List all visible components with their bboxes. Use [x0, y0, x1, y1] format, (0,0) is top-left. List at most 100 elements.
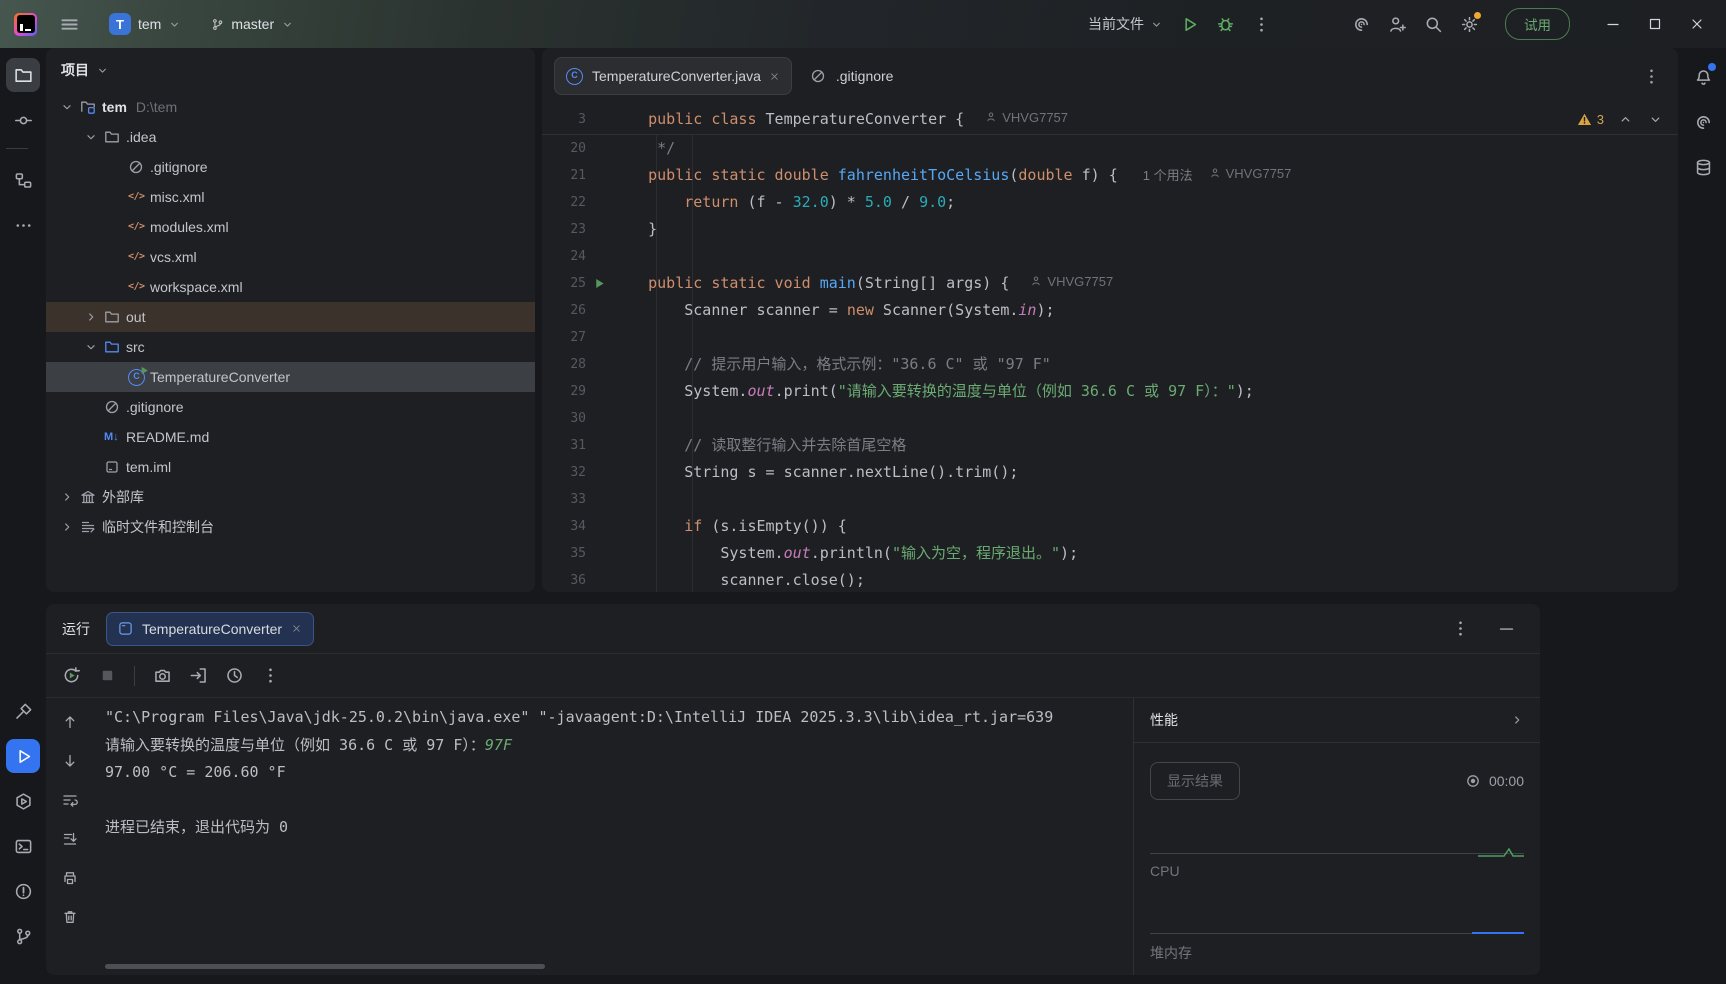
code-line-30[interactable]: 30: [542, 405, 1678, 432]
tree-item-out[interactable]: out: [46, 302, 535, 332]
code-line-27[interactable]: 27: [542, 324, 1678, 351]
chevron-down-icon[interactable]: [60, 99, 80, 115]
code-editor[interactable]: 20 */ 21 public static double fahrenheit…: [542, 135, 1678, 592]
chevron-down-icon[interactable]: [84, 339, 104, 355]
structure-button[interactable]: [6, 163, 40, 197]
more-tool-windows-button[interactable]: [6, 208, 40, 242]
project-panel-header[interactable]: 项目: [46, 48, 535, 92]
more-button[interactable]: [1446, 615, 1474, 643]
trial-button[interactable]: 试用: [1505, 8, 1570, 40]
code-line-22[interactable]: 22 return (f - 32.0) * 5.0 / 9.0;: [542, 189, 1678, 216]
run-button[interactable]: [1171, 6, 1207, 42]
code-with-me-button[interactable]: [1379, 6, 1415, 42]
tree-item-workspace.xml[interactable]: </> workspace.xml: [46, 272, 535, 302]
editor-tab-.gitignore[interactable]: .gitignore: [798, 57, 906, 95]
version-control-button[interactable]: [6, 919, 40, 953]
ai-assistant-button[interactable]: [1343, 6, 1379, 42]
chevron-right-icon[interactable]: [84, 309, 104, 325]
print-button[interactable]: [58, 866, 82, 890]
code-line-33[interactable]: 33: [542, 486, 1678, 513]
soft-wrap-button[interactable]: [58, 788, 82, 812]
maximize-button[interactable]: [1634, 3, 1676, 45]
tree-item-modules.xml[interactable]: </> modules.xml: [46, 212, 535, 242]
close-icon[interactable]: [291, 623, 302, 634]
chevron-right-icon[interactable]: [60, 519, 80, 535]
show-results-button[interactable]: 显示结果: [1150, 762, 1240, 800]
tree-item-.gitignore[interactable]: .gitignore: [46, 152, 535, 182]
tree-item-tem[interactable]: temD:\tem: [46, 92, 535, 122]
vcs-branch-widget[interactable]: master: [203, 11, 302, 37]
chevron-down-icon[interactable]: [84, 129, 104, 145]
chevron-right-icon[interactable]: [60, 489, 80, 505]
main-menu-button[interactable]: [51, 6, 87, 42]
screenshot-button[interactable]: [147, 661, 177, 691]
horizontal-scrollbar[interactable]: [105, 964, 545, 969]
project-folder-button[interactable]: [6, 58, 40, 92]
code-line-20[interactable]: 20 */: [542, 135, 1678, 162]
code-line-35[interactable]: 35 System.out.println("输入为空，程序退出。");: [542, 540, 1678, 567]
tree-item-tem.iml[interactable]: tem.iml: [46, 452, 535, 482]
code-line-28[interactable]: 28 // 提示用户输入，格式示例："36.6 C" 或 "97 F": [542, 351, 1678, 378]
code-line-24[interactable]: 24: [542, 243, 1678, 270]
prev-problem-button[interactable]: [1616, 110, 1634, 128]
code-line-31[interactable]: 31 // 读取整行输入并去除首尾空格: [542, 432, 1678, 459]
hide-button[interactable]: [1492, 615, 1520, 643]
notifications-button[interactable]: [1686, 60, 1720, 94]
tree-item--[interactable]: 外部库: [46, 482, 535, 512]
more-run-options-button[interactable]: [1243, 6, 1279, 42]
settings-button[interactable]: [1451, 6, 1487, 42]
tree-item-.idea[interactable]: .idea: [46, 122, 535, 152]
more-button[interactable]: [255, 661, 285, 691]
database-button[interactable]: [1686, 150, 1720, 184]
editor-tab-options-button[interactable]: [1636, 61, 1666, 91]
build-button[interactable]: [6, 694, 40, 728]
code-line-34[interactable]: 34 if (s.isEmpty()) {: [542, 513, 1678, 540]
run-button[interactable]: [6, 739, 40, 773]
performance-header[interactable]: 性能: [1134, 698, 1540, 743]
import-results-button[interactable]: [183, 661, 213, 691]
sticky-line[interactable]: 3 public class TemperatureConverter { VH…: [542, 104, 1678, 135]
tree-item-label: tem: [102, 99, 127, 115]
tree-item-TemperatureConverter[interactable]: C TemperatureConverter: [46, 362, 535, 392]
problems-button[interactable]: [6, 874, 40, 908]
tree-item-misc.xml[interactable]: </> misc.xml: [46, 182, 535, 212]
run-gutter-icon[interactable]: [586, 277, 612, 290]
stop-button[interactable]: [92, 661, 122, 691]
run-tab[interactable]: TemperatureConverter: [106, 612, 314, 646]
code-line-23[interactable]: 23 }: [542, 216, 1678, 243]
scroll-down-button[interactable]: [58, 749, 82, 773]
tree-item-vcs.xml[interactable]: </> vcs.xml: [46, 242, 535, 272]
usages-inlay[interactable]: 1 个用法: [1143, 168, 1193, 183]
warnings-indicator[interactable]: 3: [1577, 112, 1604, 127]
project-widget[interactable]: T tem: [101, 8, 189, 40]
services-button[interactable]: [6, 784, 40, 818]
run-configuration-selector[interactable]: 当前文件: [1080, 8, 1171, 40]
profiler-button[interactable]: [219, 661, 249, 691]
code-line-21[interactable]: 21 public static double fahrenheitToCels…: [542, 162, 1678, 189]
code-line-29[interactable]: 29 System.out.print("请输入要转换的温度与单位（例如 36.…: [542, 378, 1678, 405]
debug-button[interactable]: [1207, 6, 1243, 42]
inspections-widget[interactable]: 3: [1577, 104, 1664, 134]
commit-button[interactable]: [6, 103, 40, 137]
search-everywhere-button[interactable]: [1415, 6, 1451, 42]
console[interactable]: "C:\Program Files\Java\jdk-25.0.2\bin\ja…: [46, 698, 1133, 975]
rerun-button[interactable]: [56, 661, 86, 691]
terminal-button[interactable]: [6, 829, 40, 863]
code-line-32[interactable]: 32 String s = scanner.nextLine().trim();: [542, 459, 1678, 486]
close-icon[interactable]: [769, 71, 780, 82]
tree-item-.gitignore[interactable]: .gitignore: [46, 392, 535, 422]
scroll-up-button[interactable]: [58, 710, 82, 734]
scroll-to-end-button[interactable]: [58, 827, 82, 851]
code-line-25[interactable]: 25 public static void main(String[] args…: [542, 270, 1678, 297]
editor-tab-TemperatureConverter.java[interactable]: C TemperatureConverter.java: [554, 57, 792, 95]
minimize-button[interactable]: [1592, 3, 1634, 45]
tree-item--[interactable]: 临时文件和控制台: [46, 512, 535, 542]
code-line-36[interactable]: 36 scanner.close();: [542, 567, 1678, 592]
ai-assistant-button[interactable]: [1686, 105, 1720, 139]
next-problem-button[interactable]: [1646, 110, 1664, 128]
tree-item-README.md[interactable]: M↓ README.md: [46, 422, 535, 452]
code-line-26[interactable]: 26 Scanner scanner = new Scanner(System.…: [542, 297, 1678, 324]
tree-item-src[interactable]: src: [46, 332, 535, 362]
close-button[interactable]: [1676, 3, 1718, 45]
clear-all-button[interactable]: [58, 905, 82, 929]
